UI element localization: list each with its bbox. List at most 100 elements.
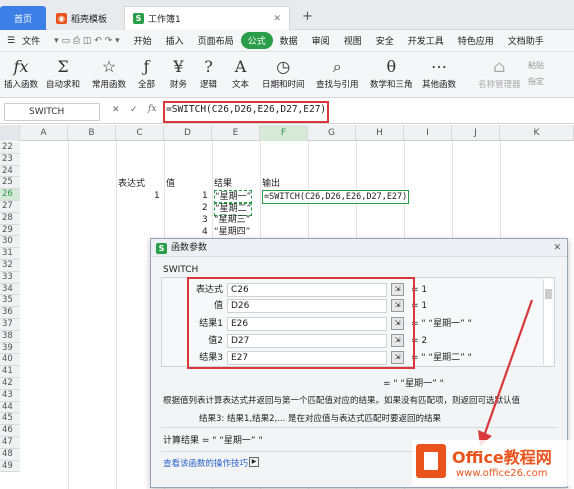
tab-daoke-templates[interactable]: ◉ 稻壳模板 [48,6,122,30]
row-header[interactable]: 23 [0,153,20,166]
row-header[interactable]: 38 [0,330,20,343]
menu-file[interactable]: 文件 [22,34,47,47]
row-header[interactable]: 31 [0,248,20,260]
row-header[interactable]: 24 [0,165,20,178]
autosum-button[interactable]: Σ 自动求和 [46,56,80,90]
row-header[interactable]: 45 [0,413,20,426]
row-header[interactable]: 32 [0,260,20,272]
sheet-icon: S [156,243,167,254]
cell-e29[interactable]: “星期四” [214,226,250,238]
cell-d28[interactable]: 3 [202,214,208,226]
logic-icon: ? [204,57,213,76]
row-header[interactable]: 30 [0,236,20,249]
col-header[interactable]: I [404,125,452,141]
col-header[interactable]: H [356,125,404,141]
col-header[interactable]: K [500,125,574,141]
row-header[interactable]: 29 [0,224,20,237]
row-header[interactable]: 40 [0,354,20,367]
tab-workbook[interactable]: S 工作簿1 ✕ [124,6,290,30]
menu-doc-helper[interactable]: 文档助手 [501,34,551,47]
common-functions-button[interactable]: ☆ 常用函数 [92,56,126,90]
insert-function-button[interactable]: fx 插入函数 [4,56,38,90]
logic-button[interactable]: ? 逻辑 [200,56,217,90]
col-header[interactable]: J [452,125,500,141]
col-header[interactable]: E [212,125,260,141]
hamburger-icon[interactable]: ☰ [0,36,22,46]
menu-insert[interactable]: 插入 [159,34,191,47]
annotation-arrow [478,299,534,446]
cell-d25[interactable]: 值 [166,178,175,190]
row-header[interactable]: 33 [0,271,20,284]
menu-page-layout[interactable]: 页面布局 [191,34,241,47]
finance-button[interactable]: ¥ 财务 [170,56,187,90]
all-functions-button[interactable]: ƒ 全部 [138,56,155,90]
video-icon[interactable]: ▶ [249,457,259,467]
row-header[interactable]: 49 [0,460,20,473]
col-header[interactable]: A [20,125,68,141]
dialog-titlebar[interactable]: S 函数参数 ✕ [151,239,567,257]
cell-e25[interactable]: 结果 [214,178,232,190]
help-link[interactable]: 查看该函数的操作技巧 [163,457,248,469]
row-header[interactable]: 41 [0,366,20,378]
cell-d29[interactable]: 4 [202,226,208,238]
menu-developer[interactable]: 开发工具 [401,34,451,47]
col-header[interactable]: C [116,125,164,141]
row-header[interactable]: 36 [0,307,20,319]
row-header[interactable]: 48 [0,448,20,461]
text-button[interactable]: A 文本 [232,56,249,90]
col-header[interactable]: G [308,125,356,141]
cell-e28[interactable]: “星期三” [214,214,250,226]
close-tab-icon[interactable]: ✕ [273,14,281,24]
row-header[interactable]: 34 [0,283,20,296]
row-header[interactable]: 47 [0,437,20,449]
row-header[interactable]: 35 [0,295,20,308]
theta-icon: θ [386,57,397,76]
close-icon[interactable]: ✕ [553,239,561,257]
row-header[interactable]: 42 [0,378,20,390]
confirm-icon[interactable]: ✓ [130,105,138,115]
row-header[interactable]: 37 [0,319,20,331]
row-header[interactable]: 46 [0,425,20,437]
cell-f26-active[interactable]: =SWITCH(C26,D26,E26,D27,E27) [262,190,410,204]
paste-button[interactable]: 粘贴 [528,60,544,71]
fx-icon[interactable]: fx [148,104,156,114]
cell-d26[interactable]: 1 [202,190,208,202]
datetime-button[interactable]: ◷ 日期和时间 [262,56,305,90]
menu-formula[interactable]: 公式 [240,32,273,49]
col-header[interactable]: B [68,125,116,141]
col-header-active[interactable]: F [260,125,308,141]
lookup-button[interactable]: ⌕ 查找与引用 [316,56,359,90]
cell-d27[interactable]: 2 [202,202,208,214]
other-functions-button[interactable]: ⋯ 其他函数 [422,56,456,90]
math-button[interactable]: θ 数学和三角 [370,56,413,90]
row-header[interactable]: 44 [0,401,20,414]
specify-button[interactable]: 指定 [528,76,544,87]
name-box[interactable]: SWITCH [4,103,100,121]
tab-home[interactable]: 首页 [0,6,46,30]
row-header[interactable]: 28 [0,212,20,225]
row-header[interactable]: 27 [0,201,20,213]
select-all-corner[interactable] [0,125,20,141]
row-header[interactable]: 43 [0,389,20,402]
name-manager-button[interactable]: ⌂ 名称管理器 [478,56,521,90]
row-header[interactable]: 25 [0,177,20,190]
menu-review[interactable]: 审阅 [305,34,337,47]
row-header[interactable]: 39 [0,342,20,355]
menu-start[interactable]: 开始 [127,34,159,47]
cell-c25[interactable]: 表达式 [118,178,145,190]
row-header[interactable]: 22 [0,142,20,154]
col-header[interactable]: D [164,125,212,141]
cell-f25[interactable]: 输出 [262,178,280,190]
tag-icon: ⌂ [493,57,506,76]
quick-access-icons[interactable]: ▾ ▭ ⎙ ◫ ↶ ↷ ▾ [47,36,127,46]
cancel-icon[interactable]: ✕ [112,105,120,115]
menu-features[interactable]: 特色应用 [451,34,501,47]
menu-data[interactable]: 数据 [273,34,305,47]
menu-view[interactable]: 视图 [337,34,369,47]
row-header[interactable]: 26 [0,189,20,201]
fx-icon: fx [13,57,29,76]
ribbon: fx 插入函数 Σ 自动求和 ☆ 常用函数 ƒ 全部 ¥ 财务 ? 逻辑 A 文本 ◷ 日期和时… [0,52,574,98]
new-tab-button[interactable]: + [302,9,313,24]
cell-c26[interactable]: 1 [154,190,160,202]
menu-security[interactable]: 安全 [369,34,401,47]
